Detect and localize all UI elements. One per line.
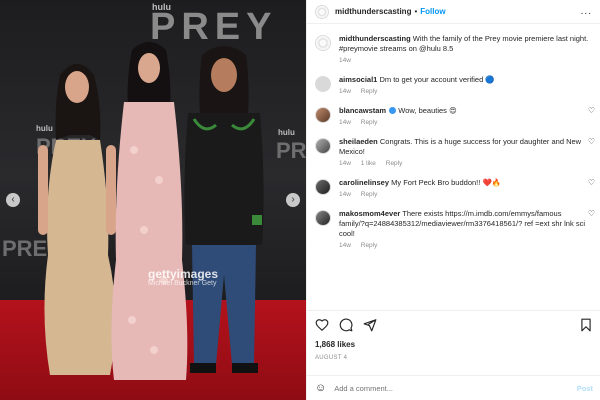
caption-username[interactable]: midthunderscasting <box>339 34 411 43</box>
chevron-left-icon[interactable]: ‹ <box>6 193 20 207</box>
side-prey-logo-right: PREY <box>276 138 306 163</box>
avatar[interactable] <box>315 76 331 92</box>
comment-username[interactable]: aimsocial1 <box>339 75 377 84</box>
comment-time[interactable]: 14w <box>339 88 351 95</box>
list-item: blancawstam Wow, beauties 😍 14w Reply ♡ <box>315 106 595 128</box>
comment-like-heart-icon[interactable]: ♡ <box>588 106 595 115</box>
add-comment-bar: ☺ Post <box>307 375 600 400</box>
verified-badge-icon <box>389 107 397 114</box>
reply-button[interactable]: Reply <box>361 88 378 95</box>
comment-username[interactable]: sheilaeden <box>339 137 378 146</box>
reply-button[interactable]: Reply <box>386 160 403 167</box>
chevron-right-icon[interactable]: › <box>286 193 300 207</box>
comment-likes[interactable]: 1 like <box>361 160 376 167</box>
post-date[interactable]: AUGUST 4 <box>315 355 347 361</box>
caption-time[interactable]: 14w <box>339 57 351 64</box>
send-icon[interactable] <box>363 318 377 332</box>
list-item: makosmom4ever There exists https://m.imd… <box>315 209 595 251</box>
comment-time[interactable]: 14w <box>339 191 351 198</box>
smiley-icon[interactable]: ☺ <box>315 382 326 394</box>
avatar[interactable] <box>315 138 331 154</box>
comment-username[interactable]: blancawstam <box>339 106 386 115</box>
watermark-brand: gettyimages <box>148 267 219 281</box>
comment-text: Wow, beauties <box>398 106 447 115</box>
list-item: sheilaeden Congrats. This is a huge succ… <box>315 137 595 169</box>
reply-button[interactable]: Reply <box>361 242 378 249</box>
side-hulu-logo-right: hulu <box>278 128 295 137</box>
comment-icon[interactable] <box>339 318 353 332</box>
comments-list[interactable]: midthunderscasting With the family of th… <box>307 26 600 310</box>
comment-like-heart-icon[interactable]: ♡ <box>588 137 595 146</box>
caption: midthunderscasting With the family of th… <box>315 34 593 66</box>
post-comment-button[interactable]: Post <box>577 384 593 393</box>
comment-text: My Fort Peck Bro buddon!! <box>391 178 481 187</box>
follow-button[interactable]: Follow <box>420 7 445 16</box>
comment-text: Dm to get your account verified <box>379 75 484 84</box>
comment-emoji: 🔵 <box>485 75 495 84</box>
avatar[interactable] <box>315 179 331 195</box>
comment-input[interactable] <box>334 383 555 393</box>
heart-icon[interactable] <box>315 318 329 332</box>
comment-like-heart-icon[interactable]: ♡ <box>588 178 595 187</box>
more-options-icon[interactable]: ... <box>581 6 592 17</box>
post-header: midthunderscasting • Follow ... <box>307 0 600 24</box>
person-right-silhouette <box>184 46 264 373</box>
watermark-credit: Michael Buckner Gety <box>148 280 217 287</box>
list-item: carolinelinsey My Fort Peck Bro buddon!!… <box>315 178 595 200</box>
comment-username[interactable]: carolinelinsey <box>339 178 389 187</box>
reply-button[interactable]: Reply <box>361 191 378 198</box>
comment-time[interactable]: 14w <box>339 160 351 167</box>
getty-watermark: gettyimages Michael Buckner Gety <box>148 268 218 287</box>
avatar[interactable] <box>315 4 329 19</box>
avatar[interactable] <box>315 210 331 226</box>
bookmark-icon[interactable] <box>579 318 593 332</box>
comment-username[interactable]: makosmom4ever <box>339 209 400 218</box>
post-info-panel: midthunderscasting • Follow ... midthund… <box>306 0 600 400</box>
header-username[interactable]: midthunderscasting <box>335 7 411 16</box>
comment-emoji: ❤️🔥 <box>482 178 502 187</box>
avatar[interactable] <box>315 35 331 51</box>
instagram-post: hulu PREY hulu PREY hulu PREY PREY <box>0 0 600 400</box>
post-actions <box>307 310 600 338</box>
comment-time[interactable]: 14w <box>339 242 351 249</box>
list-item: aimsocial1 Dm to get your account verifi… <box>315 75 593 97</box>
header-separator: • <box>414 7 418 16</box>
likes-count[interactable]: 1,868 likes <box>315 340 355 349</box>
comment-emoji: 😍 <box>449 106 457 115</box>
comment-like-heart-icon[interactable]: ♡ <box>588 209 595 218</box>
reply-button[interactable]: Reply <box>361 119 378 126</box>
avatar[interactable] <box>315 107 331 123</box>
comment-time[interactable]: 14w <box>339 119 351 126</box>
post-photo[interactable]: hulu PREY hulu PREY hulu PREY PREY <box>0 0 306 400</box>
